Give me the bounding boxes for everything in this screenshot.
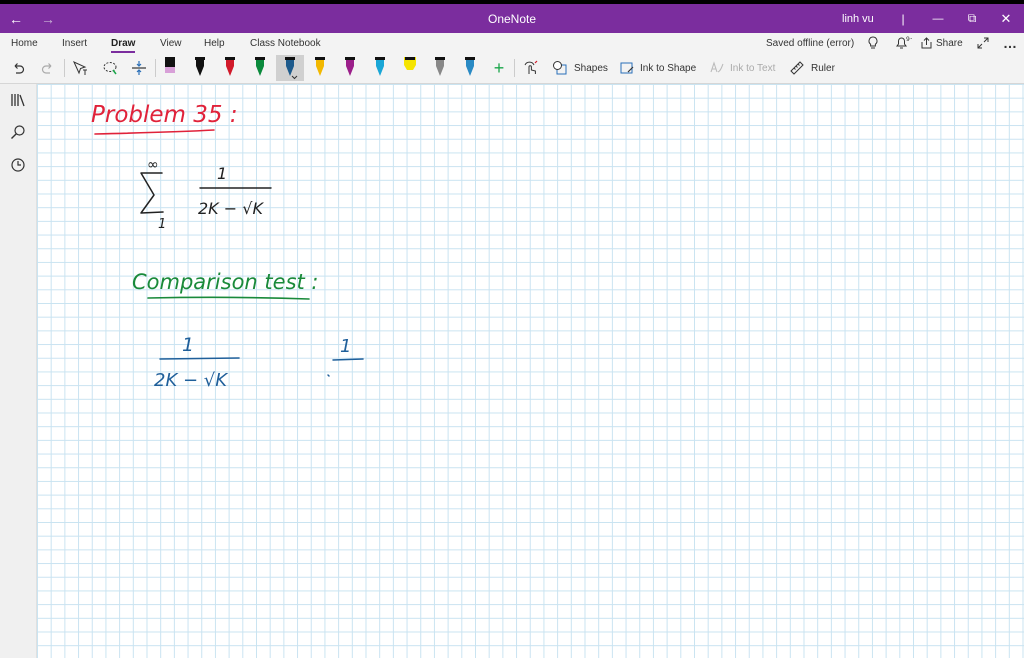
frac-bar: [159, 357, 240, 360]
tab-draw[interactable]: Draw: [111, 33, 136, 53]
sum-upper-limit: ∞: [147, 157, 159, 173]
heading-underline: [94, 129, 215, 135]
pen-3-pen-icon[interactable]: [222, 55, 238, 81]
pen-8-pen-icon[interactable]: [372, 55, 388, 81]
tab-help[interactable]: Help: [204, 33, 225, 53]
ruler-label: Ruler: [811, 62, 835, 74]
notebooks-library-icon[interactable]: [8, 90, 28, 110]
pen-5-pen-icon[interactable]: [276, 55, 304, 81]
pen-6-pen-icon[interactable]: [312, 55, 328, 81]
ruler-button[interactable]: Ruler: [789, 53, 835, 83]
pen-10-pen-icon[interactable]: [432, 55, 448, 81]
left-nav-rail: [0, 84, 37, 658]
toolbar-divider: [514, 59, 515, 77]
pen-9-highlighter-icon[interactable]: [402, 55, 418, 81]
pen-1-marker-icon[interactable]: [162, 55, 178, 81]
pen-4-pen-icon[interactable]: [252, 55, 268, 81]
frac-numerator: 1: [182, 334, 195, 356]
frac2-bar: [332, 358, 364, 361]
ink-to-shape-icon: [620, 62, 634, 74]
method-label: Comparison test :: [132, 270, 319, 294]
shapes-button[interactable]: Shapes: [552, 53, 608, 83]
minimize-button[interactable]: —: [924, 4, 952, 33]
close-button[interactable]: ✕: [992, 4, 1020, 33]
sum-numerator: 1: [217, 164, 228, 183]
lightbulb-icon[interactable]: [866, 33, 880, 53]
pen-7-pen-icon[interactable]: [342, 55, 358, 81]
notifications-bell-icon[interactable]: 9+: [894, 33, 914, 53]
pen-2-pen-icon[interactable]: [192, 55, 208, 81]
shapes-icon: [553, 61, 567, 75]
redo-icon[interactable]: [38, 53, 58, 83]
summation-sigma: [140, 172, 164, 214]
sum-lower-limit: 1: [158, 217, 167, 232]
title-bar: ← → OneNote linh vu | — ⧉ ✕: [0, 0, 1024, 33]
toolbar-divider: [64, 59, 65, 77]
pen-11-pen-icon[interactable]: [462, 55, 478, 81]
tab-class-notebook[interactable]: Class Notebook: [250, 33, 321, 53]
more-options-button[interactable]: …: [1002, 33, 1018, 53]
restore-button[interactable]: ⧉: [958, 4, 986, 33]
share-icon: [921, 37, 932, 49]
ink-dot: [327, 374, 330, 377]
shapes-label: Shapes: [574, 62, 608, 74]
ink-to-text-button[interactable]: Ink to Text: [709, 53, 775, 83]
recent-history-icon[interactable]: [8, 155, 28, 175]
note-canvas[interactable]: Problem 35 : ∞ 1 1 2K − √K Comparison te…: [37, 84, 1024, 658]
insert-space-icon[interactable]: [129, 53, 149, 83]
add-pen-button[interactable]: +: [490, 53, 508, 83]
share-label: Share: [936, 37, 963, 49]
draw-toolbar: + Shapes Ink to Shape Ink to Text Ruler: [0, 53, 1024, 84]
title-divider: |: [901, 11, 905, 26]
tab-insert[interactable]: Insert: [62, 33, 87, 53]
touch-draw-icon[interactable]: [521, 53, 541, 83]
user-name[interactable]: linh vu: [842, 4, 874, 33]
ink-to-shape-label: Ink to Shape: [640, 62, 697, 74]
toolbar-divider: [155, 59, 156, 77]
method-underline: [147, 296, 310, 300]
share-button[interactable]: Share: [920, 33, 963, 53]
ink-to-text-label: Ink to Text: [730, 62, 776, 74]
lasso-select-icon[interactable]: [100, 53, 120, 83]
forward-arrow-icon[interactable]: →: [36, 4, 60, 33]
ruler-icon: [790, 61, 804, 75]
frac-denominator: 2K − √K: [154, 370, 228, 391]
frac2-numerator: 1: [340, 336, 352, 357]
sum-denominator: 2K − √K: [198, 199, 263, 218]
type-select-icon[interactable]: [70, 53, 90, 83]
back-arrow-icon[interactable]: ←: [4, 4, 28, 33]
ink-to-shape-button[interactable]: Ink to Shape: [619, 53, 696, 83]
tab-home[interactable]: Home: [11, 33, 38, 53]
tab-view[interactable]: View: [160, 33, 182, 53]
heading-problem-number: Problem 35 :: [91, 102, 238, 128]
ink-to-text-icon: [710, 61, 724, 73]
svg-text:9+: 9+: [906, 36, 912, 43]
save-status[interactable]: Saved offline (error): [766, 33, 854, 53]
undo-icon[interactable]: [8, 53, 28, 83]
fullscreen-icon[interactable]: [976, 33, 990, 53]
search-icon[interactable]: [8, 122, 28, 142]
